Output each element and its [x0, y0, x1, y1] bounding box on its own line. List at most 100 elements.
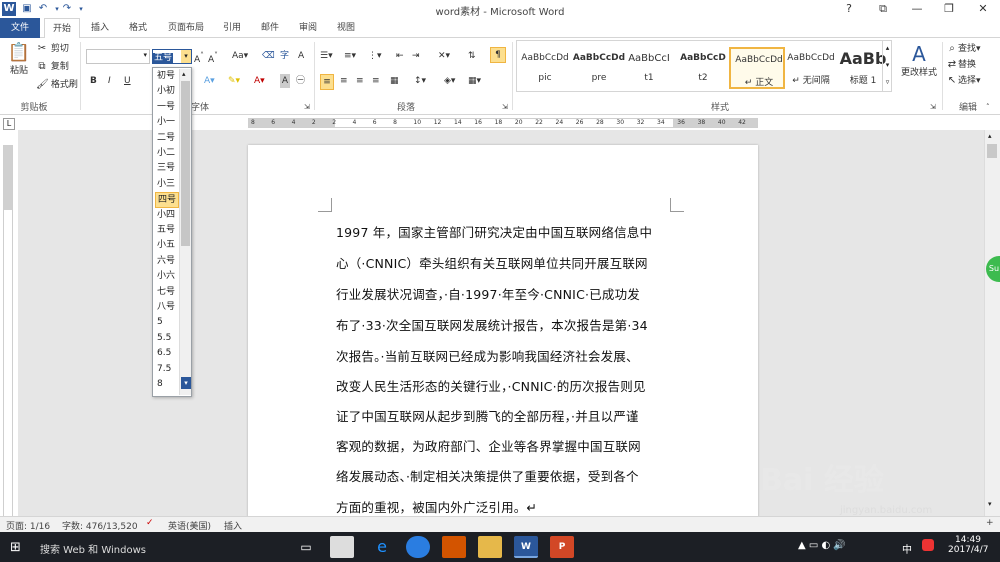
taskbar-search-box[interactable]: 搜索 Web 和 Windows [40, 541, 146, 556]
highlight-icon[interactable]: ✎▾ [228, 74, 240, 88]
ribbon-display-button[interactable]: ⧉ [866, 0, 900, 18]
underline-button[interactable]: U [124, 74, 131, 88]
font-size-option[interactable]: 初号 [155, 69, 179, 84]
style-no-spacing[interactable]: AaBbCcDd ↵ 无间隔 [783, 47, 839, 89]
select-button[interactable]: ↖ 选择▾ [946, 74, 981, 88]
change-styles-button[interactable]: A 更改样式 [898, 42, 940, 80]
font-size-option[interactable]: 小二 [155, 146, 179, 161]
font-size-option[interactable]: 三号 [155, 161, 179, 176]
tab-selector[interactable]: L [3, 118, 15, 130]
language-indicator[interactable]: 英语(美国) [168, 519, 211, 532]
font-size-option[interactable]: 5 [155, 315, 179, 330]
restore-button[interactable]: ❐ [932, 0, 966, 18]
dropdown-scrollbar[interactable]: ▴ ▾ [179, 69, 191, 395]
vertical-ruler[interactable] [3, 145, 13, 520]
font-size-option[interactable]: 小六 [155, 269, 179, 284]
font-size-option[interactable]: 六号 [155, 254, 179, 269]
shading-icon[interactable]: ◈▾ [444, 74, 455, 88]
vertical-scrollbar[interactable]: ▴ ▾ [984, 130, 1000, 516]
help-button[interactable]: ? [832, 0, 866, 18]
document-text-line[interactable]: 络发展动态、·制定相关决策提供了重要依据，受到各个 [336, 466, 639, 485]
show-marks-icon[interactable]: ¶ [490, 47, 506, 63]
enclose-characters-icon[interactable]: ㊀ [296, 74, 305, 88]
font-size-option[interactable]: 二号 [155, 131, 179, 146]
powerpoint-taskbar-icon[interactable]: P [550, 536, 574, 558]
sogou-ime-icon[interactable] [922, 539, 934, 551]
font-color-icon[interactable]: A▾ [254, 74, 265, 88]
numbering-icon[interactable]: ≡▾ [344, 49, 356, 63]
phonetic-guide-icon[interactable]: 字 [280, 49, 289, 63]
font-size-option[interactable]: 八号 [155, 300, 179, 315]
tab-view[interactable]: 视图 [330, 18, 362, 38]
chevron-down-icon[interactable]: ▾ [883, 57, 892, 74]
change-case-button[interactable]: Aa▾ [232, 49, 248, 63]
tab-home[interactable]: 开始 [44, 18, 80, 39]
app-icon[interactable] [330, 536, 354, 558]
document-text-line[interactable]: 证了中国互联网从起步到腾飞的全部历程，·并且以严谨 [336, 406, 639, 425]
close-button[interactable]: ✕ [966, 0, 1000, 18]
page-counter[interactable]: 页面: 1/16 [6, 519, 50, 532]
tab-format[interactable]: 格式 [122, 18, 154, 38]
decrease-indent-icon[interactable]: ⇤ [396, 49, 404, 63]
font-size-option[interactable]: 8 [155, 377, 179, 392]
increase-indent-icon[interactable]: ⇥ [412, 49, 420, 63]
chevron-down-icon[interactable]: ▾ [181, 50, 191, 63]
style-normal[interactable]: AaBbCcDd ↵ 正文 [729, 47, 785, 89]
font-size-option[interactable]: 小一 [155, 115, 179, 130]
scroll-thumb[interactable] [987, 144, 997, 158]
collapse-ribbon-icon[interactable]: ˄ [986, 100, 990, 114]
scroll-down-icon[interactable]: ▾ [988, 500, 992, 508]
font-size-option[interactable]: 小四 [155, 208, 179, 223]
ime-indicator[interactable]: 中 [902, 541, 912, 556]
tab-file[interactable]: 文件 [0, 18, 40, 38]
windows-start-icon[interactable]: ⊞ [10, 540, 21, 555]
font-size-option[interactable]: 四号 [155, 192, 179, 208]
grow-font-button[interactable]: A˄ [194, 49, 204, 67]
task-view-icon[interactable]: ▭ [294, 536, 318, 558]
font-name-combo[interactable]: ▾ [86, 49, 150, 64]
replace-button[interactable]: ⇄ 替换 [946, 58, 976, 72]
document-text-line[interactable]: 客观的数据，为政府部门、企业等各界掌握中国互联网 [336, 436, 641, 455]
document-text-line[interactable]: 布了·33·次全国互联网发展统计报告，本次报告是第·34 [336, 315, 648, 334]
insert-mode-indicator[interactable]: 插入 [224, 519, 242, 532]
tab-review[interactable]: 审阅 [292, 18, 324, 38]
zoom-in-button[interactable]: + [986, 518, 994, 528]
clock[interactable]: 14:49 2017/4/7 [948, 535, 988, 555]
text-effects-icon[interactable]: A▾ [204, 74, 215, 88]
minimize-button[interactable]: — [900, 0, 934, 18]
font-size-option[interactable]: 小五 [155, 238, 179, 253]
multilevel-list-icon[interactable]: ⋮▾ [368, 49, 382, 63]
bullets-icon[interactable]: ☰▾ [320, 49, 333, 63]
document-text-line[interactable]: 方面的重视，被国内外广泛引用。↵ [336, 497, 537, 516]
font-size-option[interactable]: 7.5 [155, 362, 179, 377]
scroll-up-icon[interactable]: ▴ [988, 132, 992, 140]
format-painter-button[interactable]: 🖌 格式刷 [36, 78, 78, 92]
font-size-option[interactable]: 小三 [155, 177, 179, 192]
sort-icon[interactable]: ⇅ [468, 49, 476, 63]
word-count[interactable]: 字数: 476/13,520 [62, 519, 138, 532]
find-button[interactable]: ⌕ 查找▾ [946, 42, 980, 56]
scroll-down-icon[interactable]: ▾ [181, 377, 191, 389]
align-right-icon[interactable]: ≡ [356, 74, 364, 88]
edge-browser-icon[interactable]: e [370, 536, 394, 558]
italic-button[interactable]: I [108, 74, 111, 88]
paste-button[interactable]: 📋 粘贴 [6, 42, 32, 78]
document-text-line[interactable]: 改变人民生活形态的关键行业，·CNNIC·的历次报告则见 [336, 376, 646, 395]
distributed-icon[interactable]: ▦ [390, 74, 399, 88]
tab-page-layout[interactable]: 页面布局 [162, 18, 210, 38]
style-t1[interactable]: AaBbCcI t1 [621, 47, 677, 89]
sogou-browser-icon[interactable] [406, 536, 430, 558]
word-taskbar-icon[interactable]: W [514, 536, 538, 558]
chinese-layout-icon[interactable]: ✕▾ [438, 49, 450, 63]
font-size-option[interactable]: 一号 [155, 100, 179, 115]
styles-dialog-launcher-icon[interactable]: ⇲ [930, 100, 936, 114]
tab-insert[interactable]: 插入 [84, 18, 116, 38]
character-border-icon[interactable]: A [298, 49, 304, 63]
borders-icon[interactable]: ▦▾ [468, 74, 481, 88]
proofing-icon[interactable]: ✓ [146, 518, 154, 528]
file-explorer-icon[interactable] [478, 536, 502, 558]
document-text-line[interactable]: 次报告。·当前互联网已经成为影响我国经济社会发展、 [336, 346, 639, 365]
align-center-icon[interactable]: ≡ [340, 74, 348, 88]
document-text-line[interactable]: 行业发展状况调查，·自·1997·年至今·CNNIC·已成功发 [336, 284, 640, 303]
style-pic[interactable]: AaBbCcDd pic [517, 47, 573, 89]
